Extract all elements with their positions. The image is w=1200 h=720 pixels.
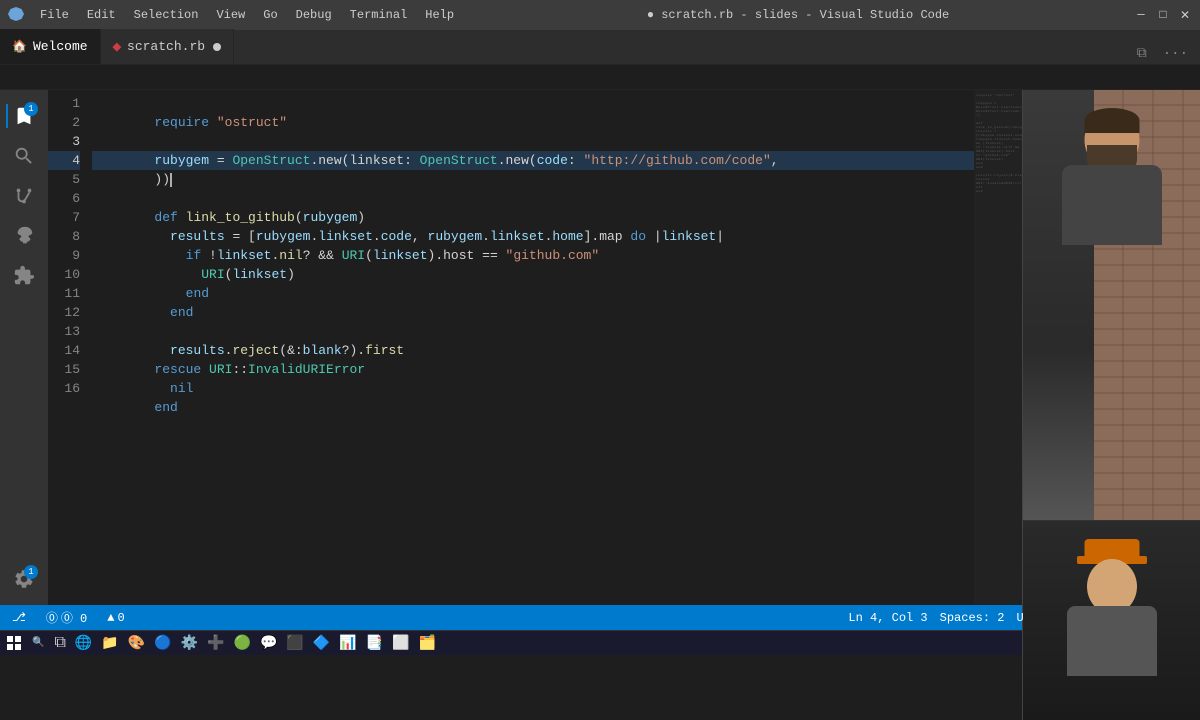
error-count: ⓪ 0 bbox=[61, 609, 87, 626]
tab-bar: 🏠 Welcome ◆ scratch.rb ⧉ ··· bbox=[0, 30, 1200, 65]
window-controls: ─ □ ✕ bbox=[1134, 8, 1192, 22]
tab-file-label: scratch.rb bbox=[127, 39, 205, 54]
app-icon bbox=[8, 7, 24, 23]
menu-bar: File Edit Selection View Go Debug Termin… bbox=[32, 6, 462, 24]
taskbar-edge[interactable]: 🌐 bbox=[72, 635, 95, 652]
menu-go[interactable]: Go bbox=[255, 6, 285, 24]
more-actions-icon[interactable]: ··· bbox=[1159, 44, 1192, 64]
taskbar-app8[interactable]: 💬 bbox=[257, 635, 280, 652]
editor-minimap: require "ostruct" rubygem = OpenStruct.n… bbox=[974, 90, 1022, 605]
activity-settings[interactable]: 1 bbox=[6, 561, 42, 597]
webcam-bottom bbox=[1023, 520, 1200, 720]
tab-scratch-rb[interactable]: ◆ scratch.rb bbox=[101, 29, 234, 64]
taskbar-chrome[interactable]: 🔵 bbox=[151, 635, 174, 652]
close-button[interactable]: ✕ bbox=[1178, 8, 1192, 22]
warning-count: 0 bbox=[117, 611, 124, 625]
code-line-5 bbox=[92, 170, 974, 189]
menu-selection[interactable]: Selection bbox=[126, 6, 207, 24]
window-title: ● scratch.rb - slides - Visual Studio Co… bbox=[470, 8, 1126, 22]
menu-edit[interactable]: Edit bbox=[79, 6, 124, 24]
warning-icon: ▲ bbox=[107, 611, 114, 625]
menu-view[interactable]: View bbox=[208, 6, 253, 24]
code-line-3: rubygem = OpenStruct.new(linkset: OpenSt… bbox=[92, 132, 974, 151]
titlebar: File Edit Selection View Go Debug Termin… bbox=[0, 0, 1200, 30]
status-bar: ⎇ ⓪ ⓪ 0 ▲ 0 Ln 4, Col 3 Spaces: 2 UTF-8 … bbox=[0, 605, 1200, 630]
status-errors[interactable]: ⓪ ⓪ 0 bbox=[42, 605, 91, 630]
spaces-label: Spaces: 2 bbox=[940, 611, 1005, 625]
activity-files[interactable]: 1 bbox=[6, 98, 42, 134]
git-branch-icon: ⎇ bbox=[12, 610, 26, 625]
menu-help[interactable]: Help bbox=[417, 6, 462, 24]
taskbar-app7[interactable]: 🟢 bbox=[231, 635, 254, 652]
code-line-1: require "ostruct" bbox=[92, 94, 974, 113]
activity-git[interactable] bbox=[6, 178, 42, 214]
taskbar-files[interactable]: 📁 bbox=[98, 635, 121, 652]
tab-welcome-label: Welcome bbox=[33, 39, 88, 54]
windows-taskbar: 🔍 ⧉ 🌐 📁 🎨 🔵 ⚙️ ➕ 🟢 💬 ⬛ 🔷 📊 📑 ⬜ 🗂️ ∧ 💻 🔊 … bbox=[0, 630, 1200, 655]
taskbar-explorer[interactable]: 🗂️ bbox=[416, 635, 439, 652]
taskbar-task-view[interactable]: ⧉ bbox=[51, 634, 68, 652]
activity-bar-bottom: 1 bbox=[6, 561, 42, 605]
maximize-button[interactable]: □ bbox=[1156, 8, 1170, 22]
status-git[interactable]: ⎇ bbox=[8, 605, 30, 630]
minimize-button[interactable]: ─ bbox=[1134, 8, 1148, 22]
taskbar-app3[interactable]: 🎨 bbox=[125, 635, 148, 652]
taskbar-apps: 🔍 ⧉ 🌐 📁 🎨 🔵 ⚙️ ➕ 🟢 💬 ⬛ 🔷 📊 📑 ⬜ 🗂️ bbox=[28, 634, 1049, 652]
status-warnings[interactable]: ▲ 0 bbox=[103, 605, 128, 630]
activity-debug[interactable] bbox=[6, 218, 42, 254]
activity-bar: 1 bbox=[0, 90, 48, 605]
webcam-panel bbox=[1022, 90, 1200, 720]
editor-area[interactable]: 1 2 3 4 5 6 7 8 9 10 11 12 13 14 15 16 r… bbox=[48, 90, 1022, 605]
menu-terminal[interactable]: Terminal bbox=[342, 6, 416, 24]
webcam-top bbox=[1023, 90, 1200, 520]
line-numbers: 1 2 3 4 5 6 7 8 9 10 11 12 13 14 15 16 bbox=[48, 90, 88, 605]
error-icon: ⓪ bbox=[46, 609, 58, 626]
settings-badge: 1 bbox=[24, 565, 38, 579]
code-line-11: end bbox=[92, 284, 974, 303]
status-spaces[interactable]: Spaces: 2 bbox=[936, 611, 1009, 625]
split-editor-icon[interactable]: ⧉ bbox=[1133, 44, 1151, 64]
windows-start[interactable] bbox=[4, 633, 24, 653]
breadcrumb-bar bbox=[0, 65, 1200, 90]
status-position[interactable]: Ln 4, Col 3 bbox=[844, 611, 931, 625]
welcome-home-icon: 🏠 bbox=[12, 39, 27, 54]
code-line-12 bbox=[92, 303, 974, 322]
cursor-position: Ln 4, Col 3 bbox=[848, 611, 927, 625]
tabbar-actions: ⧉ ··· bbox=[1125, 44, 1200, 64]
taskbar-excel[interactable]: 📊 bbox=[336, 635, 359, 652]
taskbar-search[interactable]: 🔍 bbox=[28, 637, 48, 649]
ruby-file-icon: ◆ bbox=[113, 40, 121, 54]
tab-welcome[interactable]: 🏠 Welcome bbox=[0, 29, 101, 64]
activity-search[interactable] bbox=[6, 138, 42, 174]
taskbar-app9[interactable]: ⬛ bbox=[283, 635, 306, 652]
activity-badge: 1 bbox=[24, 102, 38, 116]
taskbar-app6[interactable]: ➕ bbox=[204, 635, 227, 652]
menu-file[interactable]: File bbox=[32, 6, 77, 24]
menu-debug[interactable]: Debug bbox=[288, 6, 340, 24]
activity-extensions[interactable] bbox=[6, 258, 42, 294]
taskbar-vscode-active[interactable]: 🔷 bbox=[310, 635, 333, 652]
code-editor[interactable]: require "ostruct" rubygem = OpenStruct.n… bbox=[88, 90, 974, 605]
taskbar-powerpoint[interactable]: 📑 bbox=[363, 635, 386, 652]
code-line-6: def link_to_github(rubygem) bbox=[92, 189, 974, 208]
code-line-13: results.reject(&:blank?).first bbox=[92, 322, 974, 341]
code-line-16: end bbox=[92, 379, 974, 398]
taskbar-terminal[interactable]: ⬜ bbox=[389, 635, 412, 652]
tab-modified-indicator bbox=[213, 43, 221, 51]
taskbar-app5[interactable]: ⚙️ bbox=[178, 635, 201, 652]
